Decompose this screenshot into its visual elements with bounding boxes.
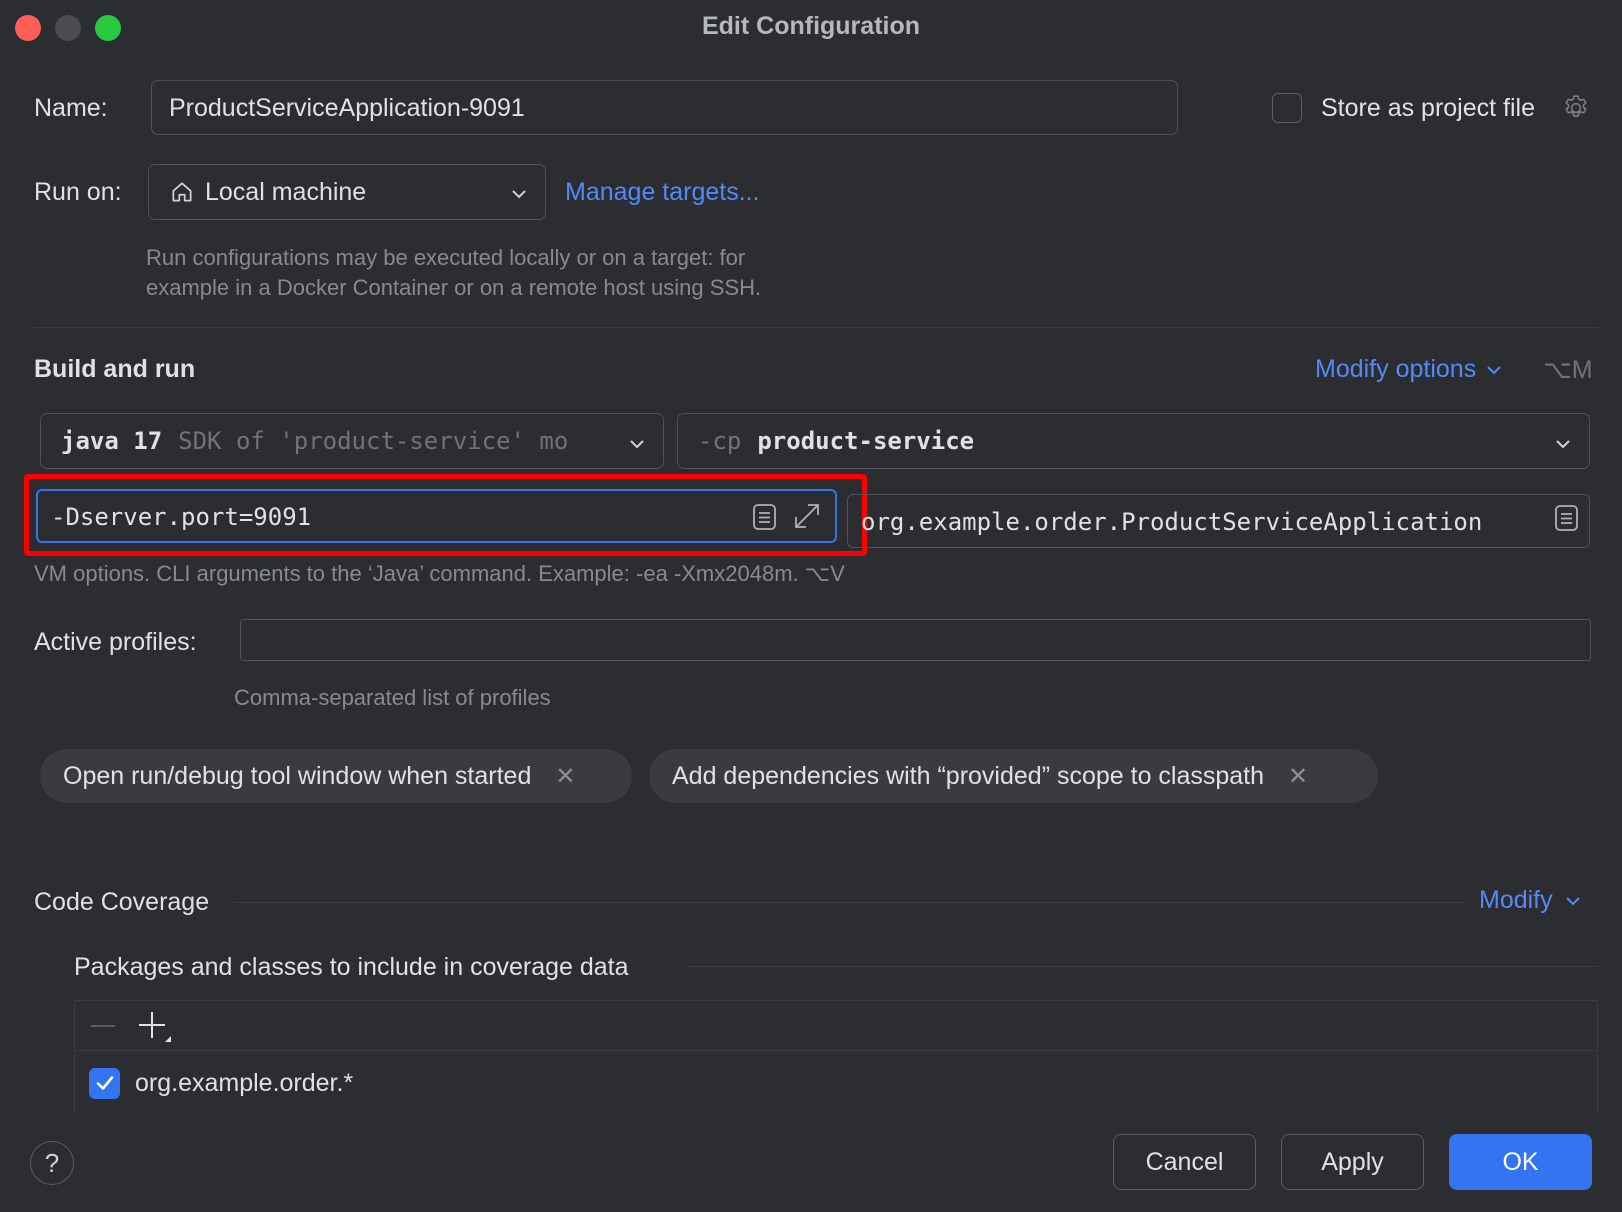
vm-options-input[interactable]: -Dserver.port=9091 — [36, 489, 837, 543]
chip-label: Open run/debug tool window when started — [63, 761, 532, 790]
packages-table: org.example.order.* — [74, 1000, 1598, 1112]
help-button[interactable]: ? — [30, 1141, 74, 1185]
close-icon[interactable]: ✕ — [1288, 762, 1308, 791]
store-project-checkbox[interactable] — [1272, 93, 1302, 123]
section-divider — [34, 327, 1598, 328]
add-icon[interactable] — [138, 1010, 174, 1051]
run-on-help-line2: example in a Docker Container or on a re… — [146, 275, 762, 300]
vm-options-help: VM options. CLI arguments to the ‘Java’ … — [34, 561, 845, 586]
active-profiles-help: Comma-separated list of profiles — [234, 685, 551, 710]
document-icon[interactable] — [1552, 501, 1582, 539]
document-icon[interactable] — [752, 503, 778, 537]
chevron-down-icon — [509, 183, 529, 211]
modify-options-shortcut: ⌥M — [1543, 356, 1593, 384]
name-label: Name: — [34, 94, 108, 122]
classpath-dropdown[interactable]: -cp product-service — [677, 413, 1590, 469]
manage-targets-link[interactable]: Manage targets... — [565, 178, 760, 207]
classpath-value: product-service — [757, 427, 975, 455]
apply-button[interactable]: Apply — [1281, 1134, 1424, 1190]
list-item[interactable]: org.example.order.* — [75, 1063, 353, 1103]
cancel-button[interactable]: Cancel — [1113, 1134, 1256, 1190]
run-on-value: Local machine — [205, 177, 367, 206]
modify-options-label: Modify options — [1315, 355, 1477, 383]
checkmark-icon — [96, 1076, 113, 1090]
store-project-label: Store as project file — [1321, 94, 1535, 122]
packages-heading: Packages and classes to include in cover… — [74, 953, 629, 981]
name-input-value: ProductServiceApplication-9091 — [169, 94, 525, 122]
classpath-prefix: -cp — [698, 427, 742, 455]
chip-provided-scope[interactable]: Add dependencies with “provided” scope t… — [649, 749, 1378, 803]
close-icon[interactable]: ✕ — [555, 762, 575, 791]
package-checkbox[interactable] — [89, 1067, 120, 1099]
chevron-down-icon — [1565, 896, 1580, 905]
active-profiles-input[interactable] — [240, 619, 1591, 661]
packages-toolbar — [75, 1001, 1597, 1051]
name-input[interactable]: ProductServiceApplication-9091 — [151, 80, 1178, 135]
run-on-dropdown[interactable]: Local machine — [148, 164, 546, 220]
chevron-down-icon — [627, 432, 647, 460]
home-icon — [169, 179, 195, 205]
package-label: org.example.order.* — [135, 1068, 354, 1097]
chip-open-tool-window[interactable]: Open run/debug tool window when started … — [40, 749, 632, 803]
coverage-divider — [234, 902, 1466, 903]
active-profiles-label: Active profiles: — [34, 628, 197, 656]
chip-label: Add dependencies with “provided” scope t… — [672, 761, 1265, 790]
modify-options-link[interactable]: Modify options — [1315, 355, 1504, 384]
expand-icon[interactable] — [792, 501, 822, 537]
chevron-down-icon — [1553, 432, 1573, 460]
run-on-label: Run on: — [34, 178, 122, 206]
coverage-modify-link[interactable]: Modify — [1479, 886, 1583, 915]
window-title: Edit Configuration — [701, 12, 921, 40]
ok-button[interactable]: OK — [1449, 1134, 1592, 1190]
help-icon: ? — [44, 1147, 60, 1178]
jdk-value: java 17 — [61, 427, 163, 455]
main-class-input[interactable]: org.example.order.ProductServiceApplicat… — [847, 494, 1590, 548]
jdk-hint: SDK of 'product-service' mo — [178, 427, 569, 455]
coverage-modify-label: Modify — [1479, 886, 1553, 914]
main-class-value: org.example.order.ProductServiceApplicat… — [861, 508, 1483, 536]
build-run-heading: Build and run — [34, 355, 196, 383]
jdk-dropdown[interactable]: java 17 SDK of 'product-service' mo — [40, 413, 664, 469]
remove-icon[interactable] — [89, 1012, 117, 1047]
gear-icon[interactable] — [1561, 93, 1591, 123]
run-on-help-line1: Run configurations may be executed local… — [146, 245, 746, 270]
chevron-down-icon — [1487, 365, 1501, 374]
packages-divider — [685, 966, 1598, 967]
code-coverage-heading: Code Coverage — [34, 888, 210, 916]
vm-options-value: -Dserver.port=9091 — [51, 503, 312, 531]
